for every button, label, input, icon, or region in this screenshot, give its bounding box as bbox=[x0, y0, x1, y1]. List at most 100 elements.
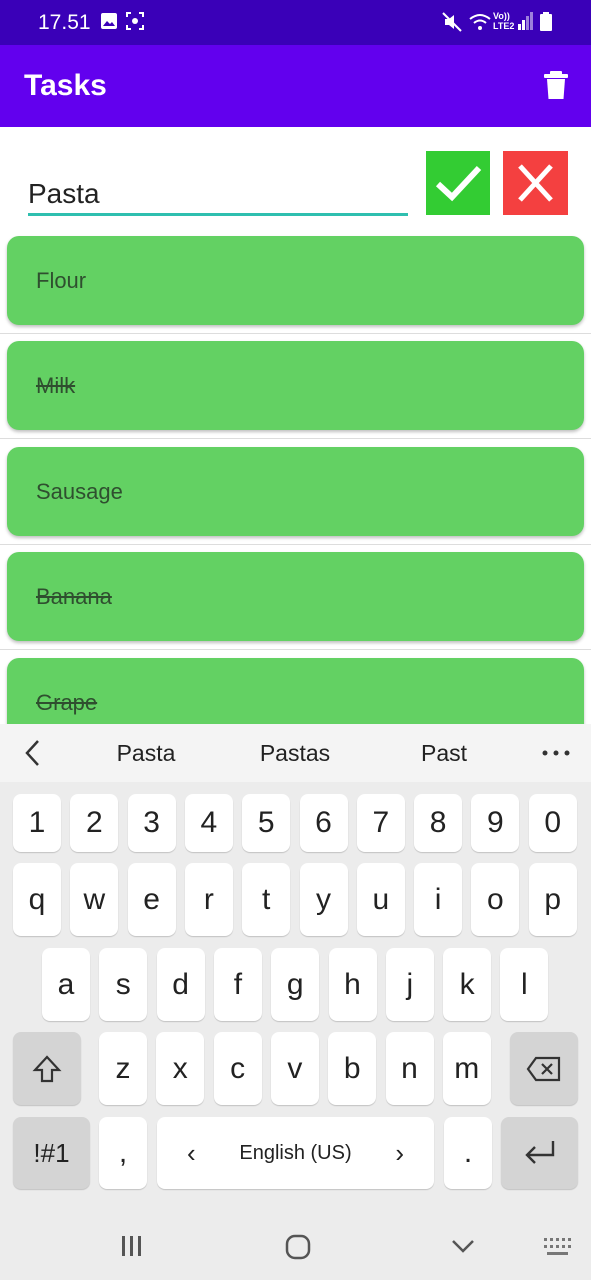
key-label: s bbox=[115, 968, 131, 1001]
suggestion-bar: Pasta Pastas Past bbox=[0, 724, 591, 782]
key-o[interactable]: o bbox=[471, 863, 520, 936]
key-w[interactable]: w bbox=[70, 863, 119, 936]
backspace-key[interactable] bbox=[510, 1032, 578, 1105]
key-label: , bbox=[118, 1136, 128, 1169]
key-label: 2 bbox=[85, 806, 103, 839]
recent-apps-icon[interactable] bbox=[120, 1235, 144, 1257]
key-j[interactable]: j bbox=[385, 948, 434, 1021]
key-label: n bbox=[401, 1052, 418, 1085]
key-9[interactable]: 9 bbox=[471, 794, 520, 852]
key-r[interactable]: r bbox=[184, 863, 233, 936]
shift-key[interactable] bbox=[13, 1032, 81, 1105]
list-item: Milk bbox=[0, 339, 591, 445]
task-label: Milk bbox=[36, 373, 76, 398]
suggestion-3[interactable]: Past bbox=[384, 740, 504, 767]
status-time: 17.51 bbox=[38, 11, 91, 34]
key-label: !#1 bbox=[33, 1138, 70, 1168]
comma-key[interactable]: , bbox=[99, 1117, 147, 1189]
key-2[interactable]: 2 bbox=[70, 794, 119, 852]
key-0[interactable]: 0 bbox=[528, 794, 577, 852]
key-b[interactable]: b bbox=[328, 1032, 377, 1105]
cancel-button[interactable] bbox=[503, 151, 568, 215]
keyboard-icon[interactable] bbox=[544, 1238, 572, 1256]
key-m[interactable]: m bbox=[442, 1032, 491, 1105]
network-label: Vo)) LTE2 bbox=[493, 11, 515, 31]
key-label: i bbox=[434, 883, 442, 916]
enter-key[interactable] bbox=[501, 1117, 578, 1189]
key-label: 8 bbox=[429, 806, 447, 839]
key-d[interactable]: d bbox=[156, 948, 205, 1021]
divider bbox=[0, 544, 591, 545]
key-label: l bbox=[521, 968, 528, 1001]
soft-keyboard: Pasta Pastas Past 1 2 3 4 5 6 7 8 9 0 q w e r t y u i o p a s… bbox=[0, 724, 591, 1280]
key-6[interactable]: 6 bbox=[299, 794, 348, 852]
key-h[interactable]: h bbox=[328, 948, 377, 1021]
key-3[interactable]: 3 bbox=[127, 794, 176, 852]
new-task-row bbox=[0, 127, 591, 227]
key-5[interactable]: 5 bbox=[242, 794, 291, 852]
confirm-button[interactable] bbox=[426, 151, 490, 215]
space-right-arrow: › bbox=[395, 1138, 404, 1168]
key-label: g bbox=[286, 968, 304, 1001]
key-l[interactable]: l bbox=[500, 948, 549, 1021]
key-f[interactable]: f bbox=[213, 948, 262, 1021]
list-item: Sausage bbox=[0, 445, 591, 551]
home-icon[interactable] bbox=[285, 1234, 311, 1260]
period-key[interactable]: . bbox=[444, 1117, 492, 1189]
symbols-key[interactable]: !#1 bbox=[13, 1117, 90, 1189]
key-e[interactable]: e bbox=[127, 863, 176, 936]
list-item: Flour bbox=[0, 234, 591, 340]
chevron-left-icon[interactable] bbox=[22, 738, 42, 768]
task-card-milk[interactable]: Milk bbox=[7, 341, 584, 430]
key-label: z bbox=[115, 1052, 131, 1085]
key-label: p bbox=[544, 883, 562, 916]
space-key[interactable]: ‹ English (US) › bbox=[157, 1117, 434, 1189]
key-t[interactable]: t bbox=[242, 863, 291, 936]
key-g[interactable]: g bbox=[271, 948, 320, 1021]
chevron-down-icon[interactable] bbox=[451, 1238, 475, 1254]
task-card-sausage[interactable]: Sausage bbox=[7, 447, 584, 536]
key-a[interactable]: a bbox=[42, 948, 90, 1021]
key-label: b bbox=[343, 1052, 361, 1085]
key-label: 9 bbox=[487, 806, 504, 839]
key-label: . bbox=[463, 1136, 473, 1169]
key-v[interactable]: v bbox=[270, 1032, 319, 1105]
key-7[interactable]: 7 bbox=[356, 794, 405, 852]
key-8[interactable]: 8 bbox=[414, 794, 463, 852]
key-label: c bbox=[230, 1052, 246, 1085]
key-y[interactable]: y bbox=[299, 863, 348, 936]
key-label: 1 bbox=[28, 806, 46, 839]
key-z[interactable]: z bbox=[99, 1032, 147, 1105]
key-1[interactable]: 1 bbox=[13, 794, 61, 852]
task-card-grape[interactable]: Grape bbox=[7, 658, 584, 724]
divider bbox=[0, 438, 591, 439]
key-c[interactable]: c bbox=[213, 1032, 262, 1105]
task-input[interactable] bbox=[28, 174, 408, 216]
key-label: h bbox=[344, 968, 361, 1001]
key-label: a bbox=[57, 968, 75, 1001]
task-label: Banana bbox=[36, 584, 112, 609]
task-card-flour[interactable]: Flour bbox=[7, 236, 584, 325]
key-n[interactable]: n bbox=[385, 1032, 434, 1105]
page-title: Tasks bbox=[24, 69, 107, 102]
key-label: t bbox=[262, 883, 271, 916]
more-icon[interactable] bbox=[541, 749, 571, 757]
task-card-banana[interactable]: Banana bbox=[7, 552, 584, 641]
key-label: q bbox=[28, 883, 46, 916]
trash-icon[interactable] bbox=[540, 69, 572, 101]
key-i[interactable]: i bbox=[414, 863, 463, 936]
suggestion-1[interactable]: Pasta bbox=[86, 740, 206, 767]
divider bbox=[0, 649, 591, 650]
key-4[interactable]: 4 bbox=[184, 794, 233, 852]
navigation-bar bbox=[0, 1208, 591, 1280]
suggestion-2[interactable]: Pastas bbox=[235, 740, 355, 767]
wifi-icon bbox=[469, 14, 491, 30]
key-u[interactable]: u bbox=[356, 863, 405, 936]
key-q[interactable]: q bbox=[13, 863, 61, 936]
key-p[interactable]: p bbox=[528, 863, 577, 936]
key-k[interactable]: k bbox=[443, 948, 492, 1021]
status-bar: 17.51 Vo)) LTE2 bbox=[0, 0, 591, 45]
key-x[interactable]: x bbox=[156, 1032, 205, 1105]
key-s[interactable]: s bbox=[99, 948, 148, 1021]
key-label: 4 bbox=[200, 806, 218, 839]
